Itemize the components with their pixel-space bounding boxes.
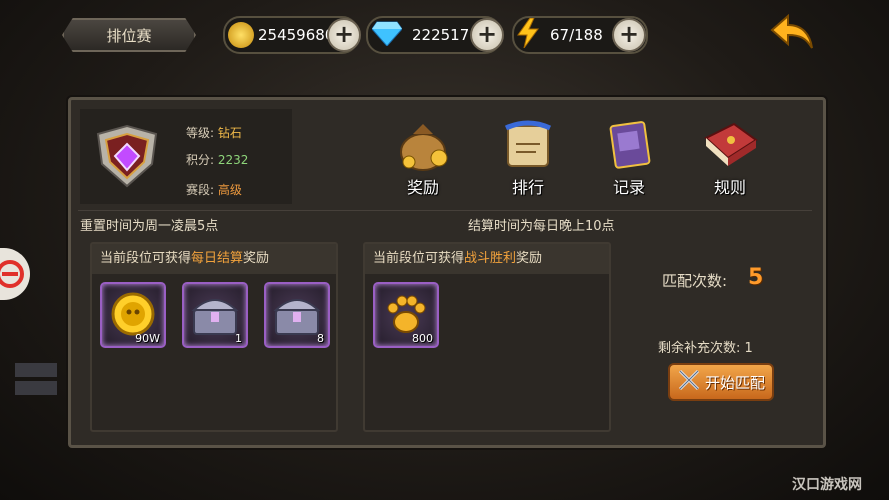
ranking-scroll-icon — [498, 118, 558, 172]
segment-label: 赛段: — [186, 183, 215, 197]
points-label: 积分: — [186, 153, 215, 167]
back-button[interactable] — [770, 13, 816, 52]
add-energy-button[interactable]: + — [612, 18, 646, 52]
segment-value: 高级 — [217, 183, 242, 197]
site-watermark: 汉口游戏网 — [792, 477, 862, 493]
reward-item[interactable]: 90W — [100, 282, 166, 348]
level-value: 钻石 — [217, 126, 242, 140]
reward-item[interactable]: 800 — [373, 282, 439, 348]
refill-count: 剩余补充次数: 1 — [658, 341, 753, 356]
record-book-icon — [599, 118, 659, 172]
rules-button[interactable]: 规则 — [695, 118, 765, 200]
rules-label: 规则 — [713, 178, 746, 197]
item-count: 8 — [317, 332, 324, 345]
assistant-logo-icon — [0, 260, 24, 288]
reward-button[interactable]: 奖励 — [388, 118, 458, 200]
battle-reward-suffix: 奖励 — [516, 251, 543, 266]
floating-assistant-button[interactable] — [0, 248, 30, 300]
daily-reward-header: 当前段位可获得每日结算奖励 — [92, 244, 336, 274]
reward-bag-icon — [393, 118, 453, 172]
level-row: 等级: 钻石 — [186, 124, 242, 141]
lightning-icon — [516, 17, 540, 52]
level-label: 等级: — [186, 126, 215, 140]
battle-reward-highlight: 战斗胜利 — [464, 251, 517, 266]
item-count: 90W — [135, 332, 160, 345]
diamond-rank-emblem-icon — [92, 124, 162, 190]
page-title: 排位赛 — [106, 26, 152, 45]
reset-time-note: 重置时间为周一凌晨5点 — [80, 219, 219, 234]
add-gold-button[interactable]: + — [327, 18, 361, 52]
energy-value: 67/188 — [550, 26, 603, 44]
start-match-button[interactable]: 开始匹配 — [668, 363, 774, 401]
record-label: 记录 — [612, 178, 645, 197]
start-match-label: 开始匹配 — [704, 373, 765, 392]
points-row: 积分: 2232 — [186, 151, 248, 168]
reward-item[interactable]: 1 — [182, 282, 248, 348]
ranking-button[interactable]: 排行 — [493, 118, 563, 200]
battle-reward-prefix: 当前段位可获得 — [373, 251, 465, 266]
back-arrow-icon — [770, 13, 813, 49]
gold-value: 25459680 — [258, 26, 335, 44]
side-tab[interactable] — [15, 363, 57, 377]
record-button[interactable]: 记录 — [594, 118, 664, 200]
ranking-label: 排行 — [511, 178, 544, 197]
item-count: 1 — [235, 332, 242, 345]
match-count-value: 5 — [748, 265, 764, 290]
battle-reward-panel: 当前段位可获得战斗胜利奖励 800 — [363, 242, 611, 432]
battle-reward-header: 当前段位可获得战斗胜利奖励 — [365, 244, 609, 274]
reward-label: 奖励 — [406, 178, 439, 197]
item-count: 800 — [412, 332, 433, 345]
daily-reward-panel: 当前段位可获得每日结算奖励 90W 1 8 — [90, 242, 338, 432]
reward-item[interactable]: 8 — [264, 282, 330, 348]
daily-reward-prefix: 当前段位可获得 — [100, 251, 192, 266]
settle-time-note: 结算时间为每日晚上10点 — [468, 219, 615, 234]
page-title-plate: 排位赛 — [62, 18, 196, 52]
match-count-label: 匹配次数: — [662, 272, 728, 290]
daily-reward-suffix: 奖励 — [243, 251, 270, 266]
rules-book-icon — [700, 118, 760, 172]
time-notes: 重置时间为周一凌晨5点 结算时间为每日晚上10点 — [78, 210, 812, 234]
daily-reward-highlight: 每日结算 — [191, 251, 244, 266]
crossed-swords-icon — [677, 368, 701, 396]
side-tab[interactable] — [15, 381, 57, 395]
points-value: 2232 — [217, 153, 249, 167]
diamond-value: 222517 — [412, 26, 470, 44]
diamond-icon — [371, 20, 403, 50]
segment-row: 赛段: 高级 — [186, 181, 242, 198]
gold-coin-icon — [228, 22, 254, 48]
add-diamond-button[interactable]: + — [470, 18, 504, 52]
